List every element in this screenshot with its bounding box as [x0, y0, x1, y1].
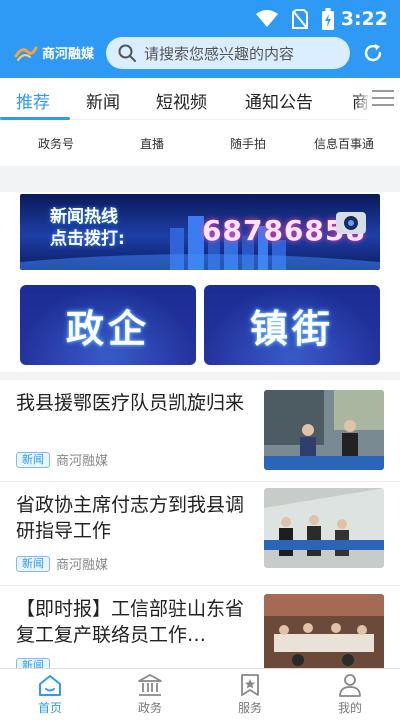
news-title: 省政协主席付志方到我县调研指导工作	[16, 494, 245, 542]
quick-link-snapshot[interactable]: 随手拍	[230, 135, 266, 152]
town-street-label: 镇街	[249, 306, 334, 351]
hotline-label-line2: 点击拨打:	[50, 229, 125, 249]
nav-services[interactable]: 服务	[220, 673, 280, 716]
nav-home[interactable]: 首页	[20, 673, 80, 716]
logo-icon	[14, 46, 38, 61]
news-title: 【即时报】工信部驻山东省复工复产联络员工作…	[16, 598, 245, 646]
tab-news[interactable]: 新闻	[86, 88, 120, 113]
tab-short-video[interactable]: 短视频	[156, 88, 207, 113]
camera-icon	[336, 212, 366, 234]
user-icon	[339, 674, 361, 697]
town-street-button[interactable]: 镇街	[204, 285, 380, 365]
gov-enterprise-button[interactable]: 政企	[20, 285, 196, 365]
nav-profile[interactable]: 我的	[320, 673, 380, 716]
gov-enterprise-label: 政企	[65, 306, 150, 351]
quick-link-gov-account[interactable]: 政务号	[38, 135, 74, 152]
news-thumbnail	[264, 390, 384, 470]
news-badge: 新闻	[16, 451, 50, 468]
tab-notices[interactable]: 通知公告	[245, 88, 313, 113]
news-title: 我县援鄂医疗队员凯旋归来	[16, 392, 245, 414]
nav-services-label: 服务	[237, 701, 262, 715]
logo-text: 商河融媒	[42, 46, 95, 62]
search-placeholder: 请搜索您感兴趣的内容	[144, 44, 295, 63]
news-meta: 新闻 商河融媒	[16, 554, 108, 573]
no-sim-icon	[292, 9, 308, 29]
section-gap	[0, 166, 400, 192]
nav-profile-label: 我的	[337, 701, 362, 715]
hotline-label-line1: 新闻热线	[50, 207, 118, 227]
quick-link-info[interactable]: 信息百事通	[314, 135, 374, 152]
status-icons	[256, 8, 334, 30]
nav-government-label: 政务	[137, 701, 162, 715]
news-item[interactable]: 省政协主席付志方到我县调研指导工作 新闻 商河融媒	[0, 482, 400, 586]
news-meta: 新闻 商河融媒	[16, 450, 108, 469]
hotline-banner[interactable]: 新闻热线 点击拨打: 68786858	[20, 194, 380, 270]
news-thumbnail	[264, 594, 384, 674]
search-icon	[118, 44, 136, 62]
bottom-nav: 首页 政务 服务 我的	[0, 668, 400, 720]
quick-link-live[interactable]: 直播	[140, 135, 164, 152]
wifi-icon	[256, 10, 278, 27]
home-icon	[39, 675, 61, 696]
section-divider	[0, 372, 400, 380]
nav-government[interactable]: 政务	[120, 673, 180, 716]
hotline-label: 新闻热线 点击拨打:	[50, 206, 125, 250]
news-source: 商河融媒	[56, 558, 109, 573]
news-item[interactable]: 我县援鄂医疗队员凯旋归来 新闻 商河融媒	[0, 380, 400, 484]
app-logo[interactable]: 商河融媒	[14, 42, 94, 62]
battery-charging-icon	[322, 8, 334, 30]
quick-links: 政务号 直播 随手拍 信息百事通	[0, 120, 400, 166]
status-time: 3:22	[340, 8, 388, 30]
menu-icon[interactable]	[372, 89, 394, 107]
app-header: 3:22 商河融媒 请搜索您感兴趣的内容	[0, 0, 400, 78]
news-thumbnail	[264, 488, 384, 568]
bookmark-star-icon	[241, 674, 259, 696]
refresh-icon[interactable]	[362, 42, 384, 64]
government-icon	[138, 674, 162, 696]
search-bar[interactable]: 请搜索您感兴趣的内容	[106, 37, 350, 69]
news-source: 商河融媒	[56, 454, 109, 469]
tab-recommend[interactable]: 推荐	[16, 88, 50, 113]
news-badge: 新闻	[16, 555, 50, 572]
category-tabs: 推荐 新闻 短视频 通知公告 商	[0, 78, 400, 120]
nav-home-label: 首页	[37, 701, 62, 715]
